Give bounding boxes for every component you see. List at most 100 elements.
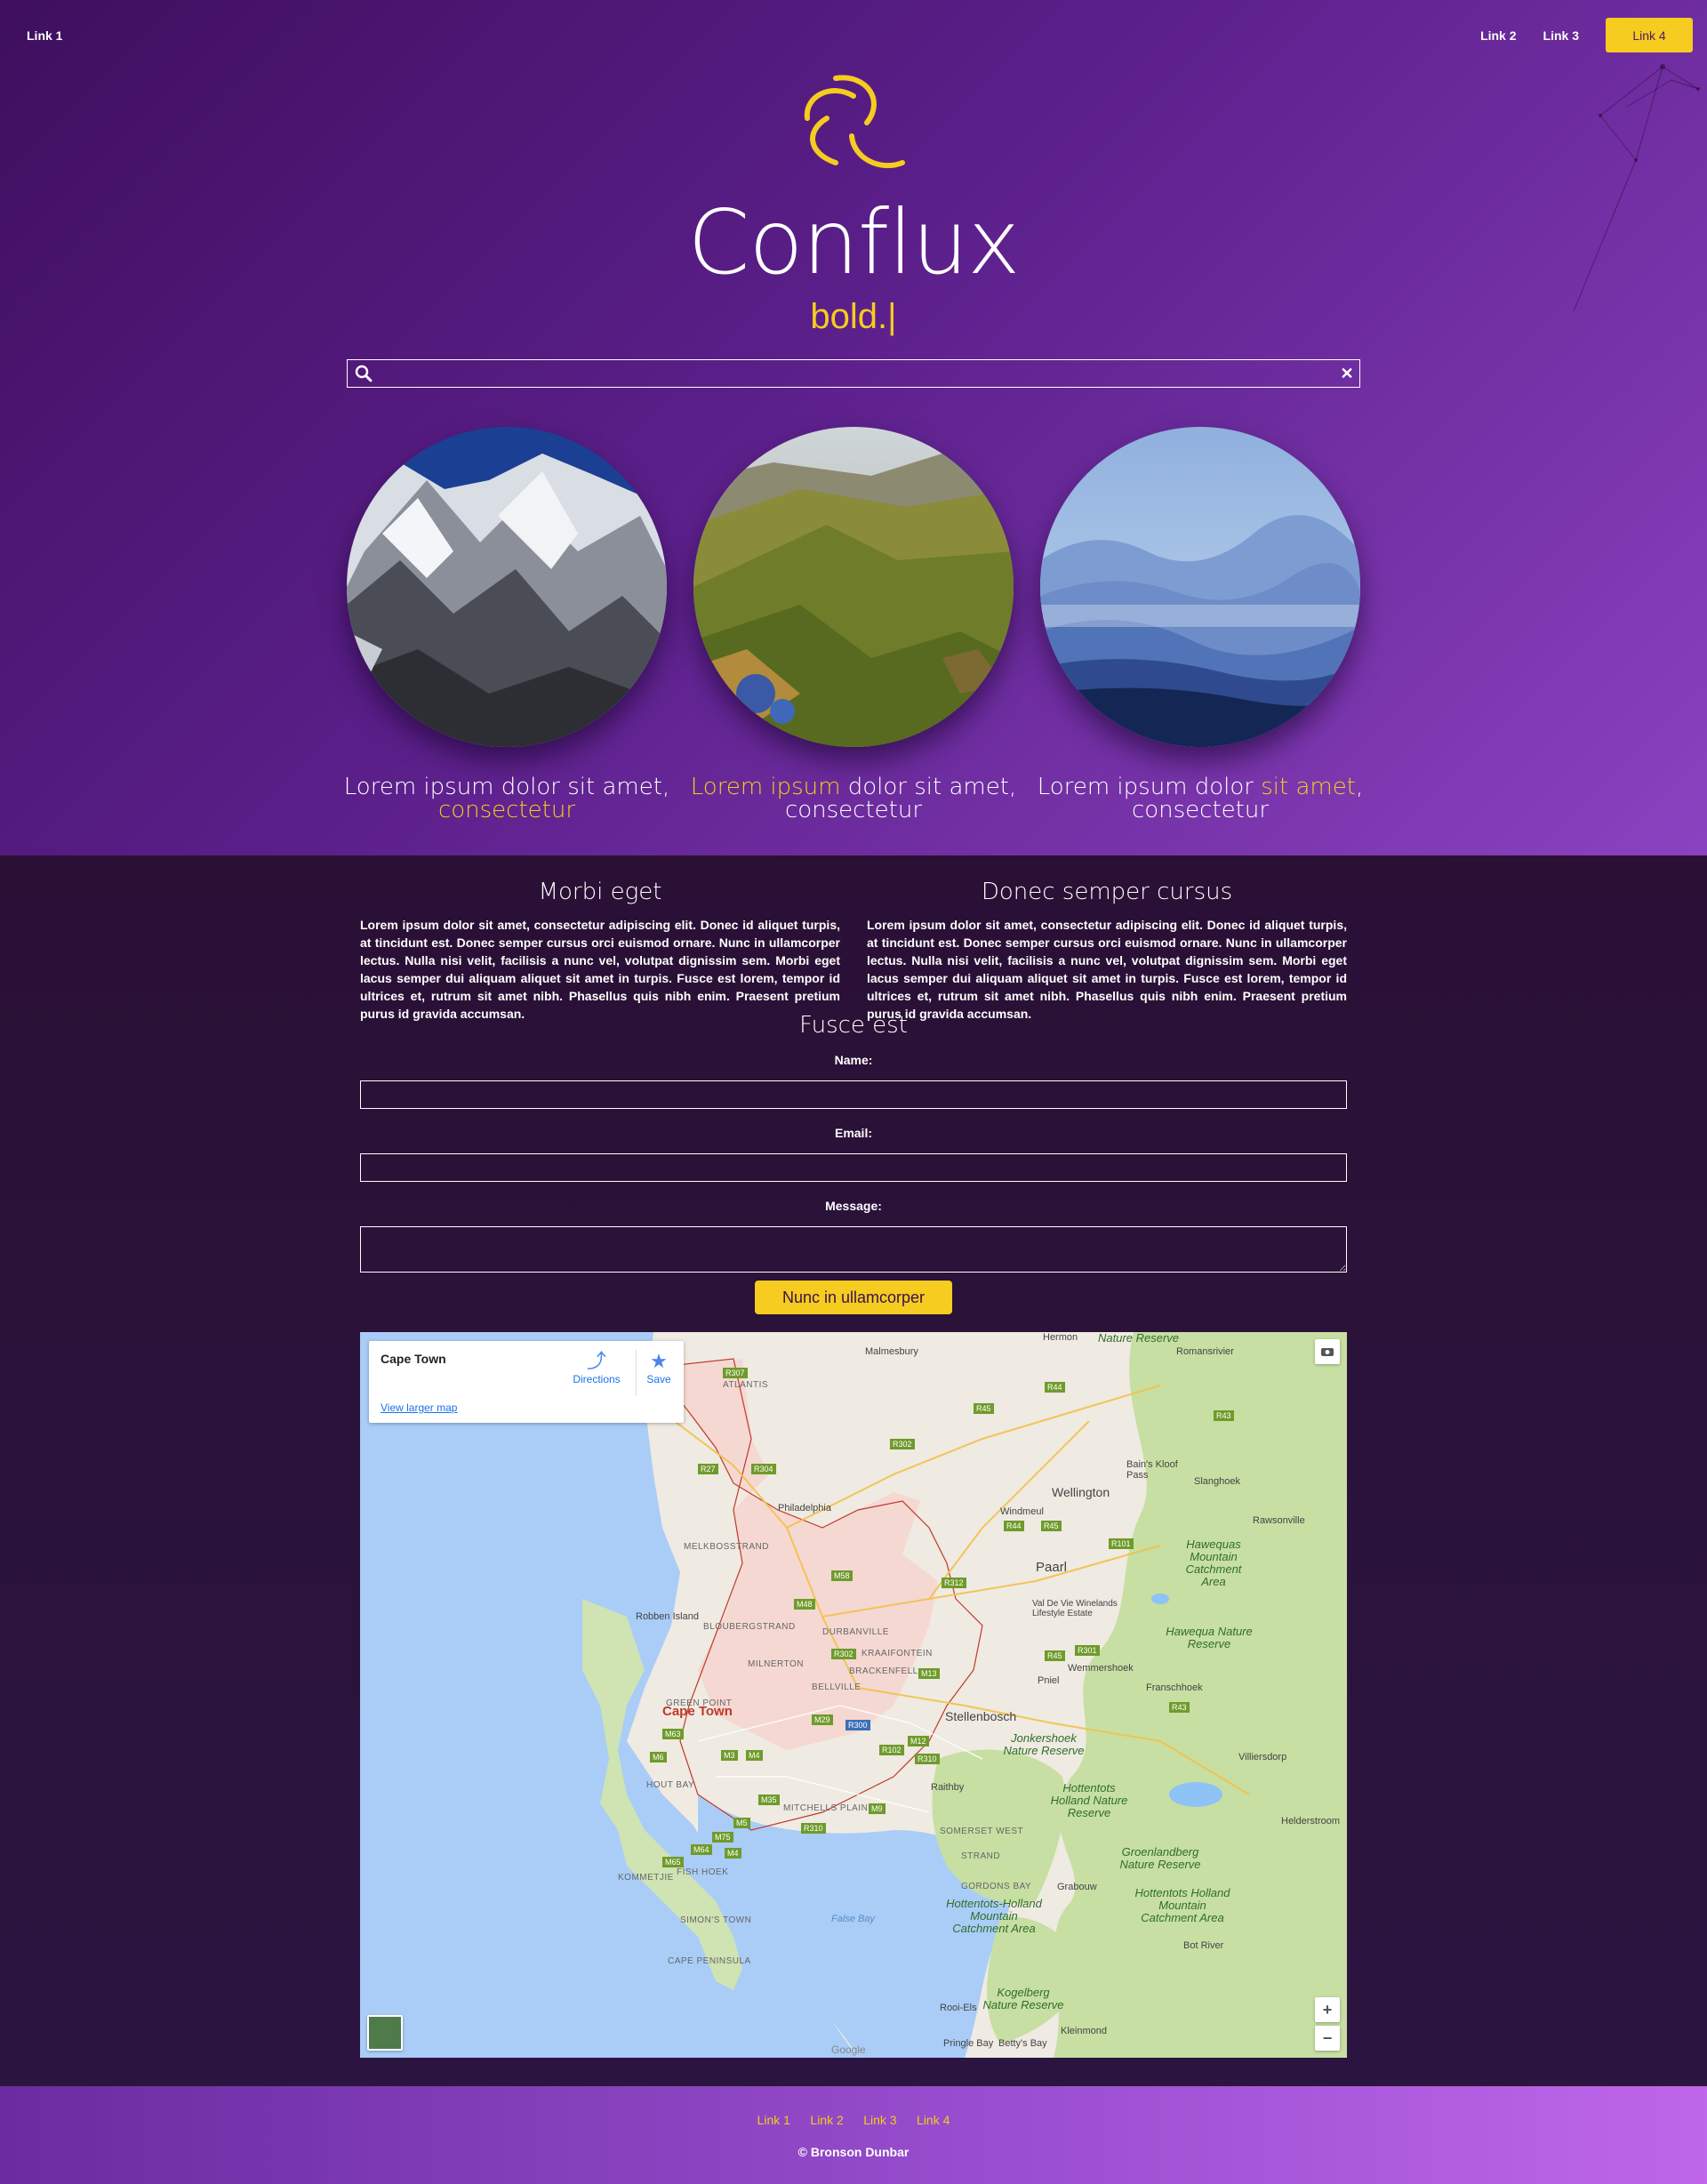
map-label: Pniel <box>1038 1675 1060 1686</box>
map-town-label: DURBANVILLE <box>822 1627 889 1637</box>
road-badge: R301 <box>1075 1645 1100 1656</box>
road-badge: M35 <box>758 1795 780 1805</box>
map-town-label: ATLANTIS <box>723 1380 769 1390</box>
road-badge: R45 <box>1041 1521 1062 1531</box>
road-badge: M63 <box>662 1729 684 1739</box>
column-title: Donec semper cursus <box>981 879 1233 905</box>
road-badge: M5 <box>733 1818 750 1828</box>
map-park-label: Hottentots Holland Nature Reserve <box>1050 1781 1128 1819</box>
top-nav: Link 2 Link 3 Link 4 <box>1480 18 1693 52</box>
map-park-label: Hawequa Nature Reserve <box>1166 1625 1253 1650</box>
map-park-label: Kogelberg Nature Reserve <box>982 1986 1064 2011</box>
map-label: Paarl <box>1036 1560 1068 1575</box>
message-field[interactable] <box>360 1226 1347 1273</box>
name-label: Name: <box>834 1053 873 1067</box>
map-town-label: GORDONS BAY <box>961 1882 1032 1891</box>
nav-link-1[interactable]: Link 1 <box>27 28 62 43</box>
road-badge: M58 <box>831 1570 853 1581</box>
road-badge: R45 <box>974 1403 994 1414</box>
map-label: Val De Vie Winelands Lifestyle Estate <box>1032 1599 1118 1618</box>
map-label: Rawsonville <box>1253 1515 1305 1526</box>
road-badge: M4 <box>746 1750 763 1761</box>
footer-link-4[interactable]: Link 4 <box>917 2113 950 2127</box>
caption-text: , <box>1355 774 1364 800</box>
save-label: Save <box>646 1373 671 1385</box>
clear-search-icon[interactable]: ✕ <box>1334 365 1359 383</box>
map-label: Villiersdorp <box>1238 1752 1287 1762</box>
nav-link-2[interactable]: Link 2 <box>1480 28 1516 43</box>
road-badge: R43 <box>1169 1702 1190 1713</box>
road-badge: M29 <box>812 1714 833 1725</box>
footer-link-2[interactable]: Link 2 <box>810 2113 843 2127</box>
brand-tagline: bold.| <box>810 297 897 336</box>
footer-links: Link 1 Link 2 Link 3 Link 4 <box>0 2113 1707 2129</box>
road-badge: M6 <box>650 1752 667 1762</box>
road-badge: R312 <box>942 1578 966 1588</box>
submit-button[interactable]: Nunc in ullamcorper <box>755 1281 952 1314</box>
save-button[interactable]: ★ Save <box>632 1350 685 1385</box>
road-badge: M9 <box>869 1803 886 1814</box>
map-town-label: MITCHELLS PLAIN <box>783 1803 869 1813</box>
footer: Link 1 Link 2 Link 3 Link 4 © Bronson Du… <box>0 2086 1707 2184</box>
road-badge: R302 <box>831 1649 856 1659</box>
image-cards: Lorem ipsum dolor sit amet, consectetur … <box>344 427 1364 827</box>
map-embed[interactable]: Malmesbury Hermon Romansrivier Wellingto… <box>360 1332 1347 2058</box>
map-town-label: BRACKENFELL <box>849 1666 918 1676</box>
map-label: Rooi-Els <box>940 2003 977 2013</box>
map-label: Raithby <box>931 1782 965 1793</box>
road-badge: R44 <box>1004 1521 1024 1531</box>
satellite-toggle-icon[interactable] <box>367 2015 403 2051</box>
road-badge: R304 <box>751 1464 776 1474</box>
view-larger-map-link[interactable]: View larger map <box>381 1401 457 1414</box>
name-field[interactable] <box>360 1080 1347 1109</box>
road-badge: M48 <box>794 1599 815 1610</box>
zoom-out-button[interactable]: − <box>1315 2026 1340 2051</box>
map-park-label: Jonkershoek Nature Reserve <box>1003 1731 1085 1757</box>
road-badge: R310 <box>801 1823 826 1834</box>
footer-link-1[interactable]: Link 1 <box>757 2113 790 2127</box>
hero-section: Link 1 Link 2 Link 3 Link 4 Conflux bold… <box>0 0 1707 855</box>
map-label: Wemmershoek <box>1068 1663 1134 1674</box>
map-label: Slanghoek <box>1194 1476 1240 1487</box>
column-text: Lorem ipsum dolor sit amet, consectetur … <box>867 918 1347 1021</box>
road-badge: R44 <box>1045 1382 1065 1393</box>
copyright: © Bronson Dunbar <box>797 2145 910 2159</box>
road-badge: R310 <box>915 1754 940 1764</box>
map-town-label: SOMERSET WEST <box>940 1827 1024 1836</box>
road-badge: M75 <box>712 1832 733 1843</box>
road-badge: R102 <box>879 1745 904 1755</box>
google-logo: Google <box>831 2043 866 2056</box>
caption-highlight: consectetur <box>437 797 576 823</box>
map-park-label: Nature Reserve <box>1098 1332 1180 1345</box>
road-badge: M3 <box>721 1750 738 1761</box>
zoom-in-button[interactable]: + <box>1315 1997 1340 2022</box>
map-label: Hermon <box>1043 1332 1078 1343</box>
map-town-label: MELKBOSSTRAND <box>684 1542 769 1552</box>
column-donec-semper: Donec semper cursus Lorem ipsum dolor si… <box>867 879 1347 1023</box>
fullscreen-icon[interactable] <box>1315 1339 1340 1364</box>
map-town-label: BLOUBERGSTRAND <box>703 1622 796 1632</box>
brand-title: Conflux <box>687 190 1021 294</box>
nav-link-3[interactable]: Link 3 <box>1543 28 1579 43</box>
column-morbi-eget: Morbi eget Lorem ipsum dolor sit amet, c… <box>360 879 840 1023</box>
caption-text: consectetur <box>784 797 923 823</box>
road-badge: M65 <box>662 1857 684 1867</box>
search-input[interactable] <box>380 360 1334 387</box>
map-town-label: SIMON'S TOWN <box>680 1915 752 1925</box>
caption-highlight: sit amet <box>1261 774 1356 800</box>
search-icon[interactable] <box>348 360 380 387</box>
footer-link-3[interactable]: Link 3 <box>863 2113 896 2127</box>
email-field[interactable] <box>360 1153 1347 1182</box>
map-label: Windmeul <box>1000 1506 1044 1517</box>
column-text: Lorem ipsum dolor sit amet, consectetur … <box>360 918 840 1021</box>
snowy-mountain-image <box>347 427 667 747</box>
map-label: Helderstroom <box>1281 1816 1341 1827</box>
road-badge: M64 <box>691 1844 712 1855</box>
map-park-label: Hawequas Mountain Catchment Area <box>1185 1538 1242 1588</box>
map-town-label: FISH HOEK <box>677 1867 729 1877</box>
map-info-card: Cape Town ⤴ Directions ★ Save View large… <box>369 1341 684 1423</box>
directions-button[interactable]: ⤴ Directions <box>570 1350 623 1385</box>
nav-link-4-button[interactable]: Link 4 <box>1606 18 1693 52</box>
map-label: Franschhoek <box>1146 1682 1203 1693</box>
email-label: Email: <box>834 1126 872 1140</box>
